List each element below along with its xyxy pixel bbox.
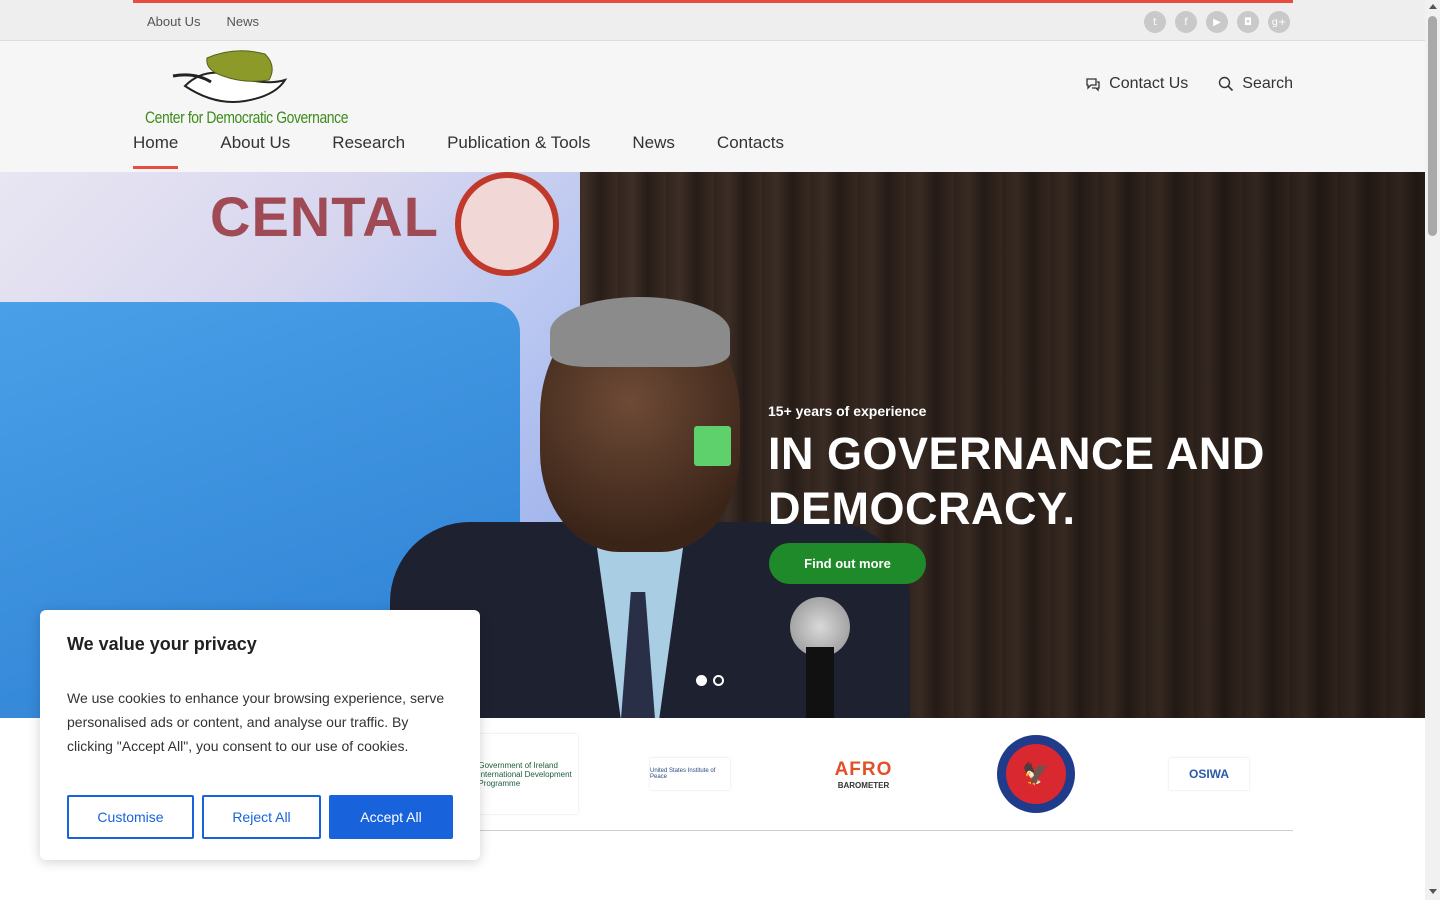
partner-osiwa-logo[interactable]: OSIWA [1169,758,1249,790]
logo-text: Center for Democratic Governance [145,108,349,127]
search-link[interactable]: Search [1218,75,1293,93]
contact-us-label: Contact Us [1109,75,1189,92]
green-square-marker [694,426,731,466]
top-accent-line [133,0,1293,3]
eagle-icon: 🦅 [1006,744,1066,804]
nav-news[interactable]: News [632,133,675,169]
nav-contacts[interactable]: Contacts [717,133,784,169]
chat-bubble-icon [1086,78,1100,92]
header-actions: Contact Us Search [1085,75,1293,93]
facebook-icon[interactable]: f [1175,11,1197,33]
nav-about-us[interactable]: About Us [220,133,290,169]
social-links: t f ▶ ◘ g+ [1144,11,1290,33]
hero-headline: IN GOVERNANCE AND DEMOCRACY. [768,428,1265,534]
hero-kicker: 15+ years of experience [768,403,927,419]
search-icon [1219,76,1234,92]
partner-eagle-seal-logo[interactable]: 🦅 [996,734,1076,814]
slider-dot-2[interactable] [713,675,724,686]
partner-afrobarometer-logo[interactable]: AFRO BAROMETER [814,734,913,814]
accept-all-button[interactable]: Accept All [329,795,453,839]
partner-usip-logo[interactable]: United States Institute of Peace [650,758,730,790]
google-plus-icon[interactable]: g+ [1268,11,1290,33]
nav-home[interactable]: Home [133,133,179,169]
contact-us-link[interactable]: Contact Us [1085,75,1188,93]
scroll-up-arrow-icon[interactable] [1429,4,1437,9]
scrollbar-thumb[interactable] [1428,16,1437,236]
cookie-buttons: Customise Reject All Accept All [67,795,453,839]
slider-dot-1[interactable] [696,675,707,686]
banner-cental-text: CENTAL [210,185,439,248]
top-utility-bar: About Us News t f ▶ ◘ g+ [0,0,1425,41]
cookie-body: We use cookies to enhance your browsing … [67,690,445,754]
instagram-icon[interactable]: ◘ [1237,11,1259,33]
twitter-icon[interactable]: t [1144,11,1166,33]
nav-publication-tools[interactable]: Publication & Tools [447,133,590,169]
slider-dots [696,675,724,686]
top-link-news[interactable]: News [226,14,259,29]
top-links: About Us News [147,14,259,29]
partner-ireland-logo[interactable]: Government of Ireland International Deve… [458,734,578,814]
customise-button[interactable]: Customise [67,795,194,839]
page-scrollbar[interactable] [1425,0,1440,900]
site-logo[interactable]: Center for Democratic Governance [145,46,348,128]
main-nav: Home About Us Research Publication & Too… [133,133,784,169]
find-out-more-button[interactable]: Find out more [769,543,926,584]
banner-seal-icon [455,172,559,276]
site-header: Center for Democratic Governance Contact… [0,41,1425,172]
nav-research[interactable]: Research [332,133,405,169]
reject-all-button[interactable]: Reject All [202,795,321,839]
hand-map-logo-icon [172,50,288,103]
cookie-title: We value your privacy [67,634,257,654]
top-link-about-us[interactable]: About Us [147,14,200,29]
scroll-down-arrow-icon[interactable] [1429,889,1437,894]
youtube-icon[interactable]: ▶ [1206,11,1228,33]
cookie-consent-dialog: We value your privacy We use cookies to … [40,610,480,860]
search-label: Search [1242,75,1293,92]
